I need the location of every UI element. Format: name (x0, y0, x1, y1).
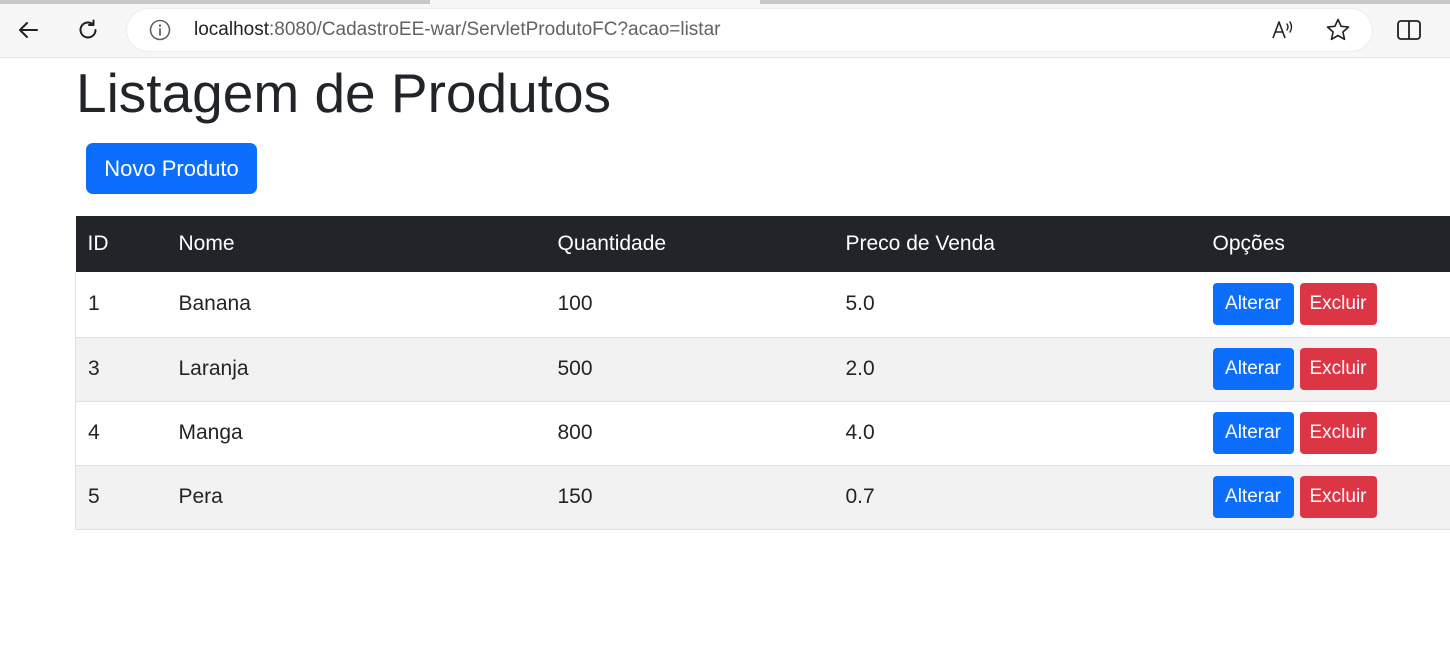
cell-id: 3 (75, 337, 167, 401)
cell-quantidade: 100 (557, 292, 593, 316)
split-screen-icon[interactable] (1396, 18, 1424, 42)
cell-opcoes: Alterar Excluir (1201, 401, 1450, 465)
delete-button[interactable]: Excluir (1299, 348, 1377, 390)
delete-button[interactable]: Excluir (1299, 476, 1377, 518)
tab-strip-edge (760, 0, 1450, 4)
reload-button[interactable] (70, 12, 106, 48)
url-path: :8080/CadastroEE-war/ServletProdutoFC?ac… (269, 19, 721, 40)
cell-quantidade: 800 (557, 421, 593, 444)
url-text[interactable]: localhost:8080/CadastroEE-war/ServletPro… (194, 19, 720, 41)
cell-nome: Manga (178, 421, 243, 444)
cell-opcoes: Alterar Excluir (1201, 272, 1450, 337)
alter-button[interactable]: Alterar (1212, 412, 1294, 454)
url-host: localhost (194, 19, 269, 40)
table-row: 1 Banana 100 5.0 Alterar Excluir (75, 272, 1450, 337)
cell-id: 1 (75, 272, 167, 337)
header-preco: Preco de Venda (845, 232, 995, 255)
header-opcoes: Opções (1212, 232, 1285, 255)
cell-opcoes: Alterar Excluir (1201, 337, 1450, 401)
favorite-star-icon[interactable] (1325, 17, 1351, 43)
delete-button[interactable]: Excluir (1299, 412, 1377, 454)
cell-nome: Laranja (178, 357, 249, 380)
cell-preco: 0.7 (845, 485, 875, 508)
cell-preco: 5.0 (845, 292, 875, 316)
back-button[interactable] (10, 12, 46, 48)
cell-preco: 2.0 (845, 357, 875, 380)
page-title: Listagem de Produtos (76, 62, 612, 124)
alter-button[interactable]: Alterar (1212, 283, 1294, 326)
cell-preco: 4.0 (845, 421, 875, 444)
alter-button[interactable]: Alterar (1212, 476, 1294, 518)
cell-quantidade: 500 (557, 357, 593, 380)
refresh-icon (79, 19, 97, 39)
info-icon[interactable] (149, 19, 171, 41)
browser-toolbar: localhost:8080/CadastroEE-war/ServletPro… (0, 0, 1450, 58)
products-table: ID Nome Quantidade Preco de Venda Opções… (75, 216, 1450, 530)
header-quantidade: Quantidade (557, 232, 667, 255)
alter-button[interactable]: Alterar (1212, 348, 1294, 390)
cell-quantidade: 150 (557, 485, 593, 508)
cell-opcoes: Alterar Excluir (1201, 465, 1450, 529)
tab-strip-edge (0, 0, 430, 4)
arrow-left-icon (19, 22, 38, 38)
cell-id: 5 (75, 465, 167, 529)
cell-id: 4 (75, 401, 167, 465)
cell-nome: Pera (178, 485, 223, 508)
table-row: 5 Pera 150 0.7 Alterar Excluir (75, 465, 1450, 529)
cell-nome: Banana (178, 292, 251, 316)
header-id: ID (87, 232, 109, 255)
address-bar[interactable]: localhost:8080/CadastroEE-war/ServletPro… (127, 9, 1372, 51)
table-header-row: ID Nome Quantidade Preco de Venda Opções (75, 216, 1450, 272)
table-row: 4 Manga 800 4.0 Alterar Excluir (75, 401, 1450, 465)
new-product-button[interactable]: Novo Produto (86, 143, 257, 194)
table-row: 3 Laranja 500 2.0 Alterar Excluir (75, 337, 1450, 401)
delete-button[interactable]: Excluir (1299, 283, 1377, 326)
read-aloud-icon[interactable] (1271, 18, 1297, 42)
header-nome: Nome (178, 232, 235, 255)
